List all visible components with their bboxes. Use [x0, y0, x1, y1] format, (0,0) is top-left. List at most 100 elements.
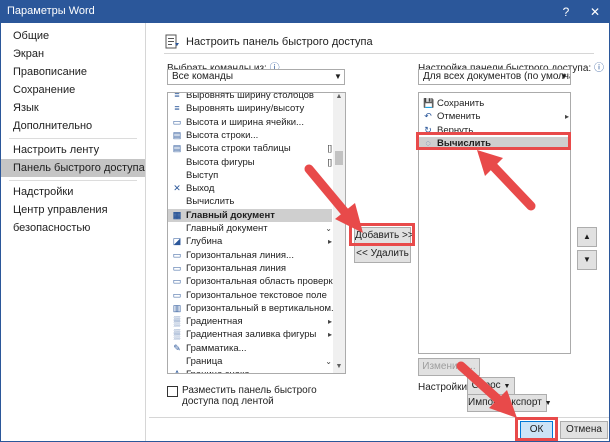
reset-button[interactable]: Сброс ▼	[467, 377, 515, 395]
hline-icon: ▭	[172, 262, 182, 273]
submenu-indicator: ▸	[327, 330, 332, 340]
list-item-label: Выровнять ширину/высоту	[186, 103, 305, 115]
commands-listbox[interactable]: ≡ Выровнять ширину столбцов ≡ Выровнять шир…	[167, 92, 346, 374]
list-item-label: Выступ	[186, 169, 219, 181]
command-list-item[interactable]: ◪ Глубина ▸	[168, 235, 332, 248]
command-list-item[interactable]: ✎ Грамматика...	[168, 342, 332, 355]
command-list-item[interactable]: ▭ Горизонтальная линия	[168, 262, 332, 275]
add-button-highlight	[349, 223, 415, 246]
scroll-up-icon[interactable]: ▲	[333, 93, 345, 103]
chevron-down-icon: ▼	[334, 72, 342, 81]
gradient-fill-icon: ▒	[173, 329, 181, 340]
chevron-down-icon: ▼	[560, 72, 568, 81]
sidebar: Общие Экран Правописание Сохранение Язык…	[1, 23, 146, 441]
scrollbar-thumb[interactable]	[335, 151, 343, 165]
align-icon: ≡	[174, 92, 180, 100]
command-list-item[interactable]: Граница ⌄	[168, 355, 332, 368]
command-list-item[interactable]: Высота фигуры []	[168, 156, 332, 169]
import-export-button[interactable]: Импорт-экспорт ▼	[467, 394, 552, 412]
list-item-label: Граница	[186, 356, 223, 367]
hscroll-icon: ▭	[172, 276, 182, 287]
list-item-label: Граница знака	[186, 368, 250, 373]
sidebar-item-trust-center[interactable]: Центр управления безопасностью	[1, 201, 145, 234]
word-options-dialog: Параметры Word ? ✕ Общие Экран Правописа…	[0, 0, 610, 442]
close-button[interactable]: ✕	[581, 1, 609, 23]
submenu-indicator: ▸	[564, 112, 569, 122]
qat-list-item[interactable]: ↶ Отменить ▸	[419, 110, 569, 123]
command-list-item[interactable]: ≡ Выровнять ширину столбцов	[168, 92, 332, 102]
qat-list-item[interactable]: 💾 Сохранить	[419, 97, 569, 110]
sidebar-item-display[interactable]: Экран	[1, 45, 145, 63]
align-icon: ≡	[174, 103, 180, 114]
sidebar-item-save[interactable]: Сохранение	[1, 81, 145, 99]
sidebar-item-addins[interactable]: Надстройки	[1, 183, 145, 201]
submenu-indicator: []	[327, 144, 332, 154]
quick-access-icon	[164, 34, 180, 50]
list-item-label: Горизонтальное текстовое поле	[186, 289, 327, 301]
below-ribbon-label: Разместить панель быстрого доступа под л…	[182, 385, 317, 407]
master-doc-icon	[172, 223, 182, 233]
move-up-button[interactable]: ▲	[577, 227, 597, 247]
command-list-item[interactable]: A Граница знака	[168, 368, 332, 373]
command-list-item[interactable]: ▭ Горизонтальная линия...	[168, 249, 332, 262]
list-item-label: Отменить	[437, 111, 481, 123]
submenu-indicator: ⌄	[325, 224, 332, 233]
sidebar-item-quick-access[interactable]: Панель быстрого доступа	[1, 159, 145, 177]
command-list-item[interactable]: ≡ Выровнять ширину/высоту	[168, 102, 332, 115]
hline-icon: ▭	[172, 249, 182, 260]
command-list-item[interactable]: ▥ Горизонтальный в вертикальном...	[168, 302, 339, 315]
calculate-item-highlight	[416, 132, 571, 150]
commands-scrollbar[interactable]: ▲ ▼	[333, 93, 345, 373]
chevron-down-icon: ▼	[544, 400, 552, 407]
move-down-button[interactable]: ▼	[577, 250, 597, 270]
char-border-icon: A	[172, 369, 182, 373]
page-title: Настроить панель быстрого доступа	[186, 36, 373, 48]
help-button[interactable]: ?	[552, 1, 580, 23]
list-item-label: Выход	[186, 183, 215, 195]
sidebar-item-customize-ribbon[interactable]: Настроить ленту	[1, 141, 145, 159]
sidebar-divider	[9, 180, 137, 181]
row-height-icon: ▤	[172, 143, 182, 154]
scroll-down-icon[interactable]: ▼	[333, 363, 345, 373]
choose-commands-dropdown[interactable]: Все команды ▼	[167, 69, 345, 85]
list-item-label: Высота фигуры	[186, 156, 255, 168]
calc-icon	[172, 196, 182, 206]
list-item-label: Горизонтальный в вертикальном...	[186, 302, 339, 314]
list-item-label: Грамматика...	[186, 342, 247, 354]
list-item-label: Горизонтальная линия	[186, 262, 287, 274]
sidebar-item-language[interactable]: Язык	[1, 99, 145, 117]
sidebar-item-general[interactable]: Общие	[1, 27, 145, 45]
command-list-item[interactable]: ▭ Горизонтальная область проверки...	[168, 275, 345, 288]
command-list-item[interactable]: ▒ Градиентная заливка фигуры ▸	[168, 328, 332, 341]
list-item-label: Горизонтальная область проверки...	[186, 276, 346, 288]
command-list-item[interactable]: ▦ Главный документ	[168, 208, 332, 222]
submenu-indicator: ▸	[327, 317, 332, 327]
sidebar-item-advanced[interactable]: Дополнительно	[1, 117, 145, 135]
sidebar-item-proofing[interactable]: Правописание	[1, 63, 145, 81]
command-list-item[interactable]: ✕ Выход	[168, 182, 332, 195]
master-doc-icon: ▦	[172, 209, 182, 220]
list-item-label: Главный документ	[186, 223, 268, 234]
title-bar: Параметры Word ? ✕	[1, 1, 609, 23]
info-icon: ⓘ	[591, 63, 604, 74]
below-ribbon-checkbox[interactable]	[167, 386, 178, 397]
document-scope-dropdown[interactable]: Для всех документов (по умолчанию) ▼	[418, 69, 571, 85]
cancel-button[interactable]: Отмена	[560, 421, 608, 439]
command-list-item[interactable]: ▭ Высота и ширина ячейки...	[168, 116, 332, 129]
indent-icon	[172, 170, 182, 180]
modify-button[interactable]: Изменить...	[418, 358, 480, 376]
list-item-label: Высота строки...	[186, 129, 259, 141]
command-list-item[interactable]: Выступ	[168, 169, 332, 182]
command-list-item[interactable]: Вычислить	[168, 195, 332, 208]
command-list-item[interactable]: Главный документ ⌄	[168, 222, 332, 235]
command-list-item[interactable]: ▒ Градиентная ▸	[168, 315, 332, 328]
chevron-down-icon: ▼	[503, 383, 511, 390]
remove-button[interactable]: << Удалить	[354, 245, 411, 263]
grammar-icon: ✎	[173, 342, 181, 353]
command-list-item[interactable]: ▭ Горизонтальное текстовое поле	[168, 289, 332, 302]
textbox-icon: ▭	[172, 289, 182, 300]
border-icon	[172, 356, 182, 366]
command-list-item[interactable]: ▤ Высота строки таблицы []	[168, 142, 332, 155]
row-height-icon: ▤	[172, 129, 182, 140]
command-list-item[interactable]: ▤ Высота строки...	[168, 129, 332, 142]
